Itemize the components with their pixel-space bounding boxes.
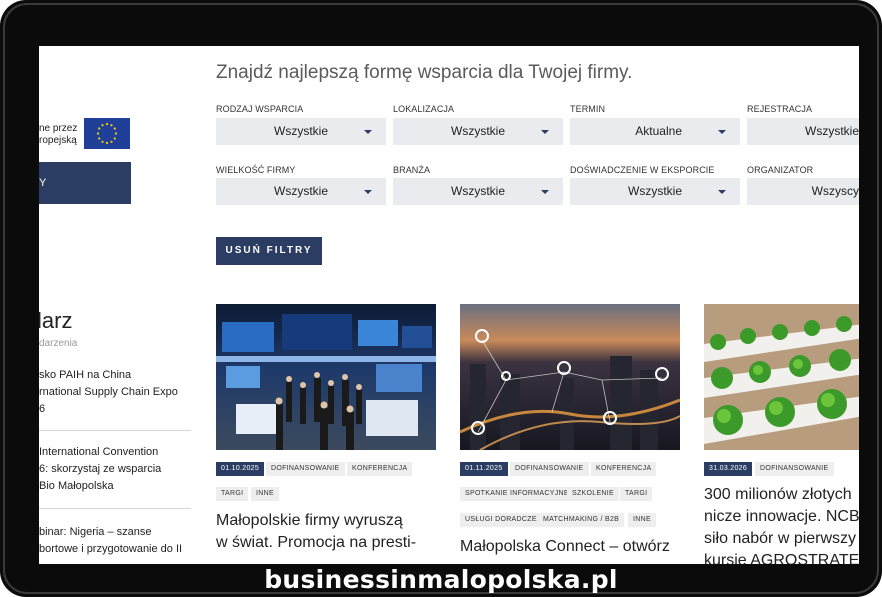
- clear-filters-button[interactable]: USUŃ FILTRY: [216, 237, 322, 265]
- card-tag[interactable]: KONFERENCJA: [347, 462, 413, 476]
- card-tag[interactable]: SZKOLENIE: [567, 487, 619, 501]
- card-image-expo-hall[interactable]: [216, 304, 436, 450]
- calendar-event[interactable]: binar: Nigeria – szanse bortowe i przygo…: [39, 524, 182, 558]
- card-tag[interactable]: TARGI: [216, 487, 249, 501]
- chevron-down-icon: [718, 130, 726, 134]
- card-tag[interactable]: KONFERENCJA: [591, 462, 657, 476]
- device-frame: ne przez ropejską Y larz darzenia sko PA…: [0, 0, 882, 597]
- filter-value: Aktualne: [635, 124, 682, 138]
- card-title[interactable]: Małopolskie firmy wyruszą w świat. Promo…: [216, 510, 416, 554]
- site-url-caption: businessinmalopolska.pl: [264, 565, 618, 594]
- sidebar-action-button[interactable]: Y: [39, 162, 131, 204]
- card-title-line: 300 milionów złotych: [704, 486, 852, 503]
- card-tag[interactable]: USŁUGI DORADCZE: [460, 513, 542, 527]
- filter-label-organizer: ORGANIZATOR: [747, 165, 814, 175]
- calendar-event[interactable]: sko PAIH na China rnational Supply Chain…: [39, 367, 178, 418]
- filter-value: Wszystkie: [451, 124, 505, 138]
- calendar-event-line: sko PAIH na China: [39, 369, 132, 381]
- filter-value: Wszystkie: [274, 124, 328, 138]
- calendar-title: larz: [39, 308, 73, 333]
- calendar-event-line: bortowe i przygotowanie do II: [39, 543, 183, 555]
- card-title-line: Małopolska Connect – otwórz: [460, 538, 670, 555]
- calendar-event-line: 6: [39, 403, 46, 415]
- card-tag[interactable]: TARGI: [620, 487, 653, 501]
- card-date-badge: 01.10.2025: [216, 462, 265, 476]
- filter-select-company-size[interactable]: Wszystkie: [216, 178, 386, 205]
- card-title-line: w świat. Promocja na presti-: [216, 534, 417, 551]
- filter-label-export-experience: DOŚWIADCZENIE W EKSPORCIE: [570, 165, 715, 175]
- filter-value: Wszystkie: [274, 184, 328, 198]
- filter-value: Wszyscy: [811, 184, 859, 198]
- card-tag[interactable]: DOFINANSOWANIE: [510, 462, 589, 476]
- card-date-badge: 01.11.2025: [460, 462, 508, 476]
- card-title-line: siło nabór w pierwszy: [704, 530, 857, 547]
- card-image-city-network[interactable]: [460, 304, 680, 450]
- chevron-down-icon: [364, 130, 372, 134]
- card-title[interactable]: 300 milionów złotych nicze innowacje. NC…: [704, 484, 859, 564]
- calendar-divider: [39, 430, 191, 431]
- filter-label-term: TERMIN: [570, 104, 606, 114]
- card-tag[interactable]: MATCHMAKING / B2B: [538, 513, 625, 527]
- calendar-event-line: Bio Małopolska: [39, 480, 114, 492]
- filter-value: Wszystkie: [805, 124, 859, 138]
- card-title[interactable]: Małopolska Connect – otwórz: [460, 536, 670, 558]
- card-tag[interactable]: SPOTKANIE INFORMACYJNE: [460, 487, 574, 501]
- card-image-hydroponics[interactable]: [704, 304, 859, 450]
- filter-select-support-type[interactable]: Wszystkie: [216, 118, 386, 145]
- card-tag[interactable]: INNE: [628, 513, 656, 527]
- filter-select-industry[interactable]: Wszystkie: [393, 178, 563, 205]
- chevron-down-icon: [541, 130, 549, 134]
- card-tag[interactable]: DOFINANSOWANIE: [755, 462, 834, 476]
- filter-label-company-size: WIELKOŚĆ FIRMY: [216, 165, 296, 175]
- chevron-down-icon: [541, 190, 549, 194]
- page-headline: Znajdź najlepszą formę wsparcia dla Twoj…: [216, 62, 633, 83]
- calendar-subtitle: darzenia: [39, 338, 78, 349]
- chevron-down-icon: [718, 190, 726, 194]
- eu-funding-note: ne przez ropejską: [39, 123, 77, 147]
- calendar-event-line: 6: skorzystaj ze wsparcia: [39, 463, 162, 475]
- filter-select-location[interactable]: Wszystkie: [393, 118, 563, 145]
- browser-viewport: ne przez ropejską Y larz darzenia sko PA…: [39, 46, 859, 564]
- filter-select-export-experience[interactable]: Wszystkie: [570, 178, 740, 205]
- calendar-event-line: International Convention: [39, 446, 159, 458]
- filter-label-registration: REJESTRACJA: [747, 104, 813, 114]
- filter-label-location: LOKALIZACJA: [393, 104, 455, 114]
- calendar-event[interactable]: International Convention 6: skorzystaj z…: [39, 444, 161, 495]
- calendar-event-line: rnational Supply Chain Expo: [39, 386, 178, 398]
- eu-flag-icon: [84, 118, 130, 149]
- calendar-event-line: binar: Nigeria – szanse: [39, 526, 152, 538]
- filter-value: Wszystkie: [628, 184, 682, 198]
- filter-select-term[interactable]: Aktualne: [570, 118, 740, 145]
- chevron-down-icon: [364, 190, 372, 194]
- filter-label-industry: BRANŻA: [393, 165, 431, 175]
- card-title-line: Małopolskie firmy wyruszą: [216, 512, 403, 529]
- card-tag[interactable]: DOFINANSOWANIE: [266, 462, 345, 476]
- eu-text-line-1: ne przez: [39, 123, 78, 134]
- card-tag[interactable]: INNE: [251, 487, 279, 501]
- filter-label-support-type: RODZAJ WSPARCIA: [216, 104, 304, 114]
- filter-value: Wszystkie: [451, 184, 505, 198]
- card-date-badge: 31.03.2026: [704, 462, 753, 476]
- eu-text-line-2: ropejską: [39, 135, 77, 146]
- filter-select-organizer[interactable]: Wszyscy: [747, 178, 859, 205]
- card-title-line: nicze innowacje. NCB: [704, 508, 859, 525]
- filter-select-registration[interactable]: Wszystkie: [747, 118, 859, 145]
- calendar-divider: [39, 508, 191, 509]
